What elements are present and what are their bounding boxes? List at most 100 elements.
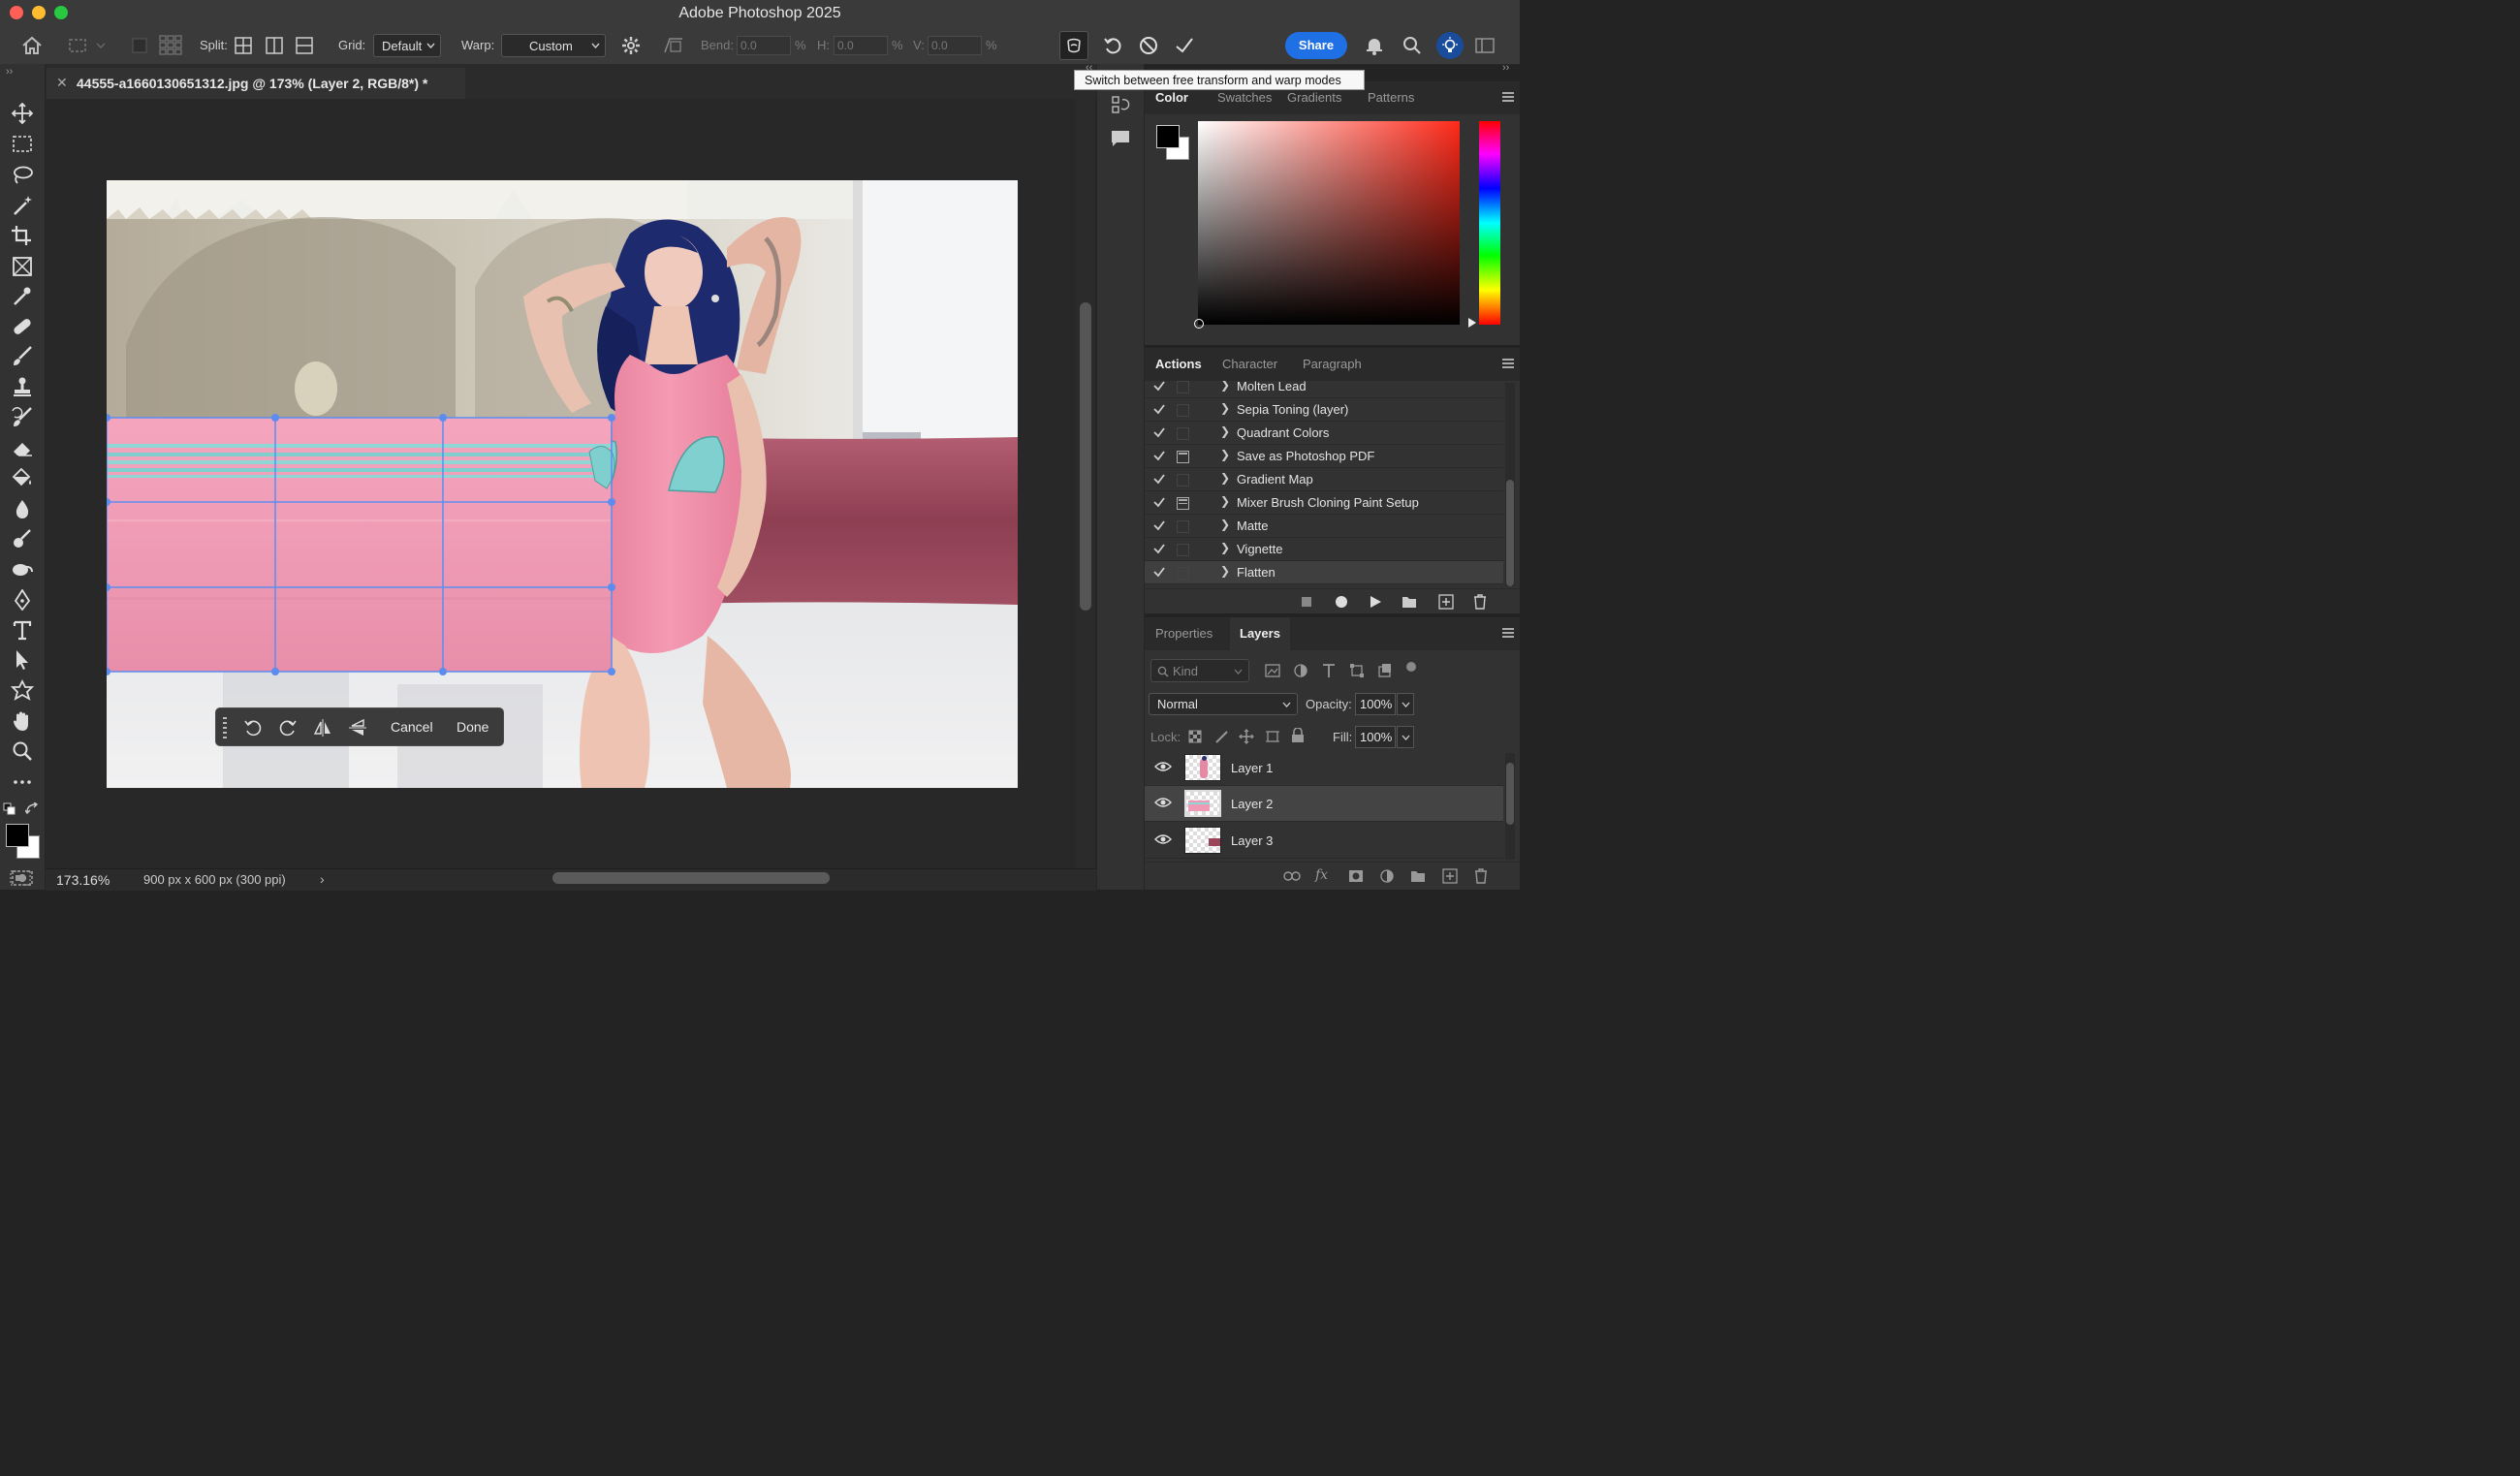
list-item[interactable]: ❯ Mixer Brush Cloning Paint Setup [1145, 491, 1503, 515]
dialog-toggle-box[interactable] [1177, 404, 1189, 417]
trash-icon[interactable] [1473, 594, 1487, 610]
list-item[interactable]: ❯ Sepia Toning (layer) [1145, 398, 1503, 422]
chevron-right-icon[interactable]: › [320, 871, 325, 887]
document-tab[interactable]: ✕ 44555-a1660130651312.jpg @ 173% (Layer… [47, 68, 465, 99]
history-panel-icon[interactable] [1111, 95, 1130, 116]
zoom-level[interactable]: 173.16% [56, 872, 110, 888]
lock-artboard-icon[interactable] [1265, 729, 1280, 744]
new-action-icon[interactable] [1438, 594, 1454, 610]
tab-character[interactable]: Character [1222, 357, 1277, 371]
chevron-right-icon[interactable]: ❯ [1220, 518, 1230, 531]
dialog-toggle-box[interactable] [1177, 544, 1189, 556]
list-item[interactable]: ❯ Molten Lead [1145, 381, 1503, 398]
swap-colors-icon[interactable] [25, 802, 41, 816]
marquee-tool-icon[interactable] [11, 134, 34, 155]
hue-slider-handle[interactable] [1468, 318, 1476, 328]
magic-wand-tool-icon[interactable] [11, 195, 34, 216]
foreground-color-swatch[interactable] [6, 824, 29, 847]
split-horizontal-icon[interactable] [296, 37, 313, 54]
list-item[interactable]: ❯ Save as Photoshop PDF [1145, 445, 1503, 468]
grid-select[interactable]: Default [373, 34, 441, 57]
checkmark-icon[interactable] [1152, 495, 1166, 509]
checkmark-icon[interactable] [1152, 402, 1166, 416]
split-vertical-icon[interactable] [266, 37, 283, 54]
stop-icon[interactable] [1302, 597, 1311, 607]
shape-tool-icon[interactable] [11, 679, 34, 701]
tab-gradients[interactable]: Gradients [1287, 90, 1341, 105]
lock-position-icon[interactable] [1239, 729, 1254, 744]
chevron-right-icon[interactable]: ❯ [1220, 401, 1230, 415]
reference-point-checkbox[interactable] [132, 38, 147, 53]
crop-tool-icon[interactable] [11, 225, 34, 246]
reference-point-grid-icon[interactable] [159, 35, 182, 56]
share-button[interactable]: Share [1285, 32, 1347, 59]
cancel-button[interactable]: Cancel [391, 719, 433, 735]
chevron-right-icon[interactable]: ❯ [1220, 381, 1230, 392]
dialog-toggle-box[interactable] [1177, 474, 1189, 487]
hand-tool-icon[interactable] [11, 710, 34, 732]
chevron-right-icon[interactable]: ❯ [1220, 494, 1230, 508]
tab-patterns[interactable]: Patterns [1368, 90, 1414, 105]
move-tool-icon[interactable] [11, 103, 34, 124]
record-icon[interactable] [1336, 596, 1347, 608]
horizontal-scroll-thumb[interactable] [552, 872, 830, 884]
dialog-toggle-icon[interactable] [1177, 497, 1189, 510]
close-document-icon[interactable]: ✕ [56, 75, 68, 91]
home-icon[interactable] [21, 36, 43, 55]
eye-icon[interactable] [1154, 833, 1172, 845]
paint-bucket-tool-icon[interactable] [11, 467, 34, 488]
collapse-toolbar-icon[interactable]: ›› [6, 66, 13, 78]
more-tools-icon[interactable] [11, 771, 34, 793]
checkmark-icon[interactable] [1152, 518, 1166, 532]
flip-horizontal-icon[interactable] [313, 718, 332, 738]
tab-actions[interactable]: Actions [1155, 357, 1202, 371]
blur-tool-icon[interactable] [11, 498, 34, 519]
fx-icon[interactable]: fx [1315, 867, 1328, 883]
layer-row-layer-1[interactable]: Layer 1 [1145, 750, 1503, 786]
type-tool-icon[interactable] [11, 619, 34, 641]
tab-paragraph[interactable]: Paragraph [1303, 357, 1362, 371]
fill-dropdown-button[interactable] [1397, 726, 1414, 748]
collapse-panels-icon[interactable]: ›› [1502, 62, 1509, 74]
layers-scroll-thumb[interactable] [1506, 763, 1514, 825]
color-foreground-swatch[interactable] [1156, 125, 1180, 148]
layer-filter-select[interactable]: Kind [1150, 659, 1249, 682]
warp-grid[interactable] [107, 180, 1018, 788]
actions-scrollbar[interactable] [1505, 383, 1515, 586]
filter-toggle-icon[interactable] [1406, 662, 1416, 672]
chevron-right-icon[interactable]: ❯ [1220, 448, 1230, 461]
color-field[interactable] [1194, 121, 1460, 329]
tab-properties[interactable]: Properties [1155, 626, 1213, 641]
new-layer-icon[interactable] [1442, 868, 1458, 884]
list-item[interactable]: ❯ Quadrant Colors [1145, 422, 1503, 445]
undo-warp-icon[interactable] [1103, 36, 1122, 55]
layer-row-layer-3[interactable]: Layer 3 [1145, 823, 1503, 859]
opacity-dropdown-button[interactable] [1397, 693, 1414, 715]
zoom-tool-icon[interactable] [11, 740, 34, 762]
dialog-toggle-box[interactable] [1177, 567, 1189, 580]
checkmark-icon[interactable] [1152, 449, 1166, 462]
panel-menu-icon[interactable] [1502, 359, 1514, 370]
document-image[interactable] [107, 180, 1018, 788]
dodge-tool-icon[interactable] [11, 528, 34, 550]
chevron-right-icon[interactable]: ❯ [1220, 541, 1230, 554]
pixel-filter-icon[interactable] [1265, 664, 1280, 677]
lasso-tool-icon[interactable] [11, 165, 34, 186]
checkmark-icon[interactable] [1152, 565, 1166, 579]
drag-handle-icon[interactable] [222, 716, 228, 739]
adjustment-filter-icon[interactable] [1293, 663, 1308, 678]
vertical-scroll-thumb[interactable] [1080, 302, 1091, 611]
add-mask-icon[interactable] [1348, 869, 1364, 883]
smudge-tool-icon[interactable] [11, 558, 34, 580]
default-colors-icon[interactable] [3, 802, 16, 816]
panel-menu-icon[interactable] [1502, 628, 1514, 640]
list-item[interactable]: ❯ Flatten [1145, 561, 1503, 584]
h-input[interactable]: 0.0 [834, 36, 888, 55]
actions-scroll-thumb[interactable] [1506, 480, 1514, 586]
panel-menu-icon[interactable] [1502, 92, 1514, 104]
screen-mode-icon[interactable] [10, 870, 31, 886]
pen-tool-icon[interactable] [11, 589, 34, 611]
layer-name[interactable]: Layer 2 [1231, 797, 1273, 811]
hue-slider[interactable] [1479, 121, 1500, 325]
eye-icon[interactable] [1154, 797, 1172, 808]
